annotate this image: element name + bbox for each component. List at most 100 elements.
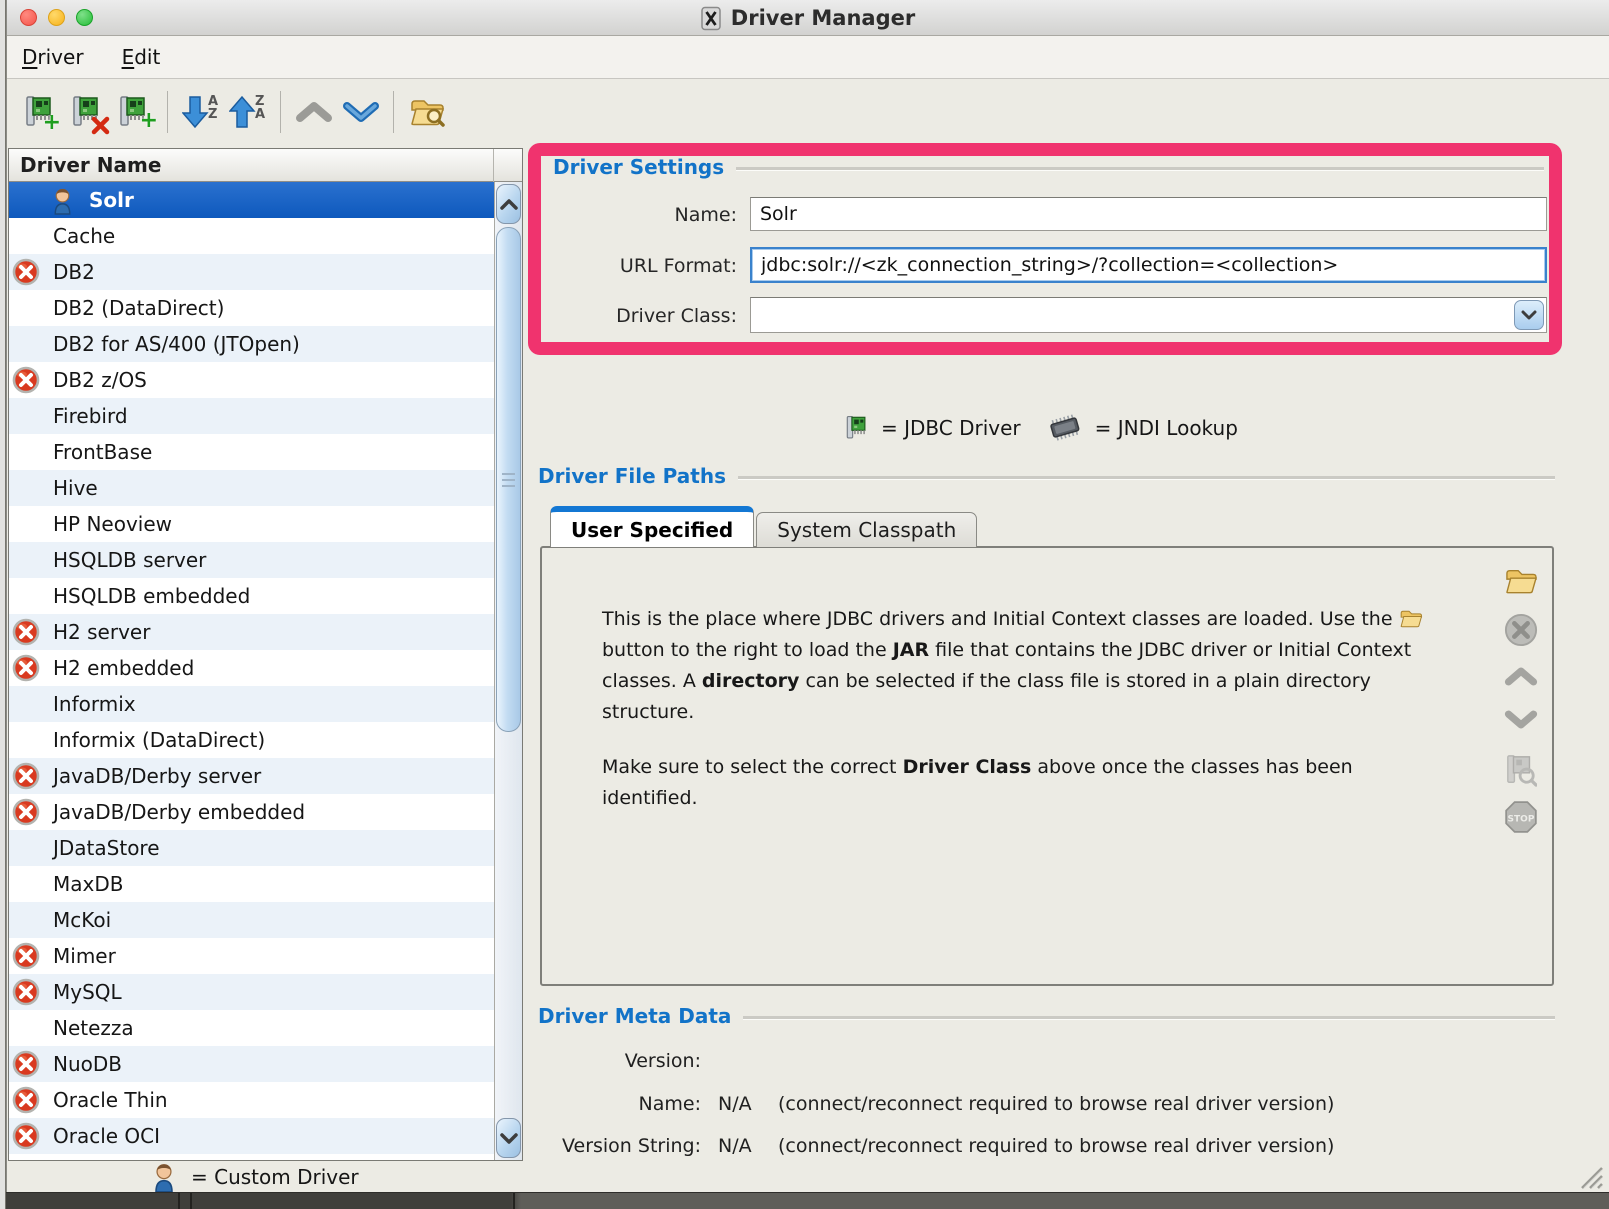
section-rule bbox=[736, 167, 1544, 170]
sort-az-icon: A Z bbox=[182, 93, 220, 131]
error-icon bbox=[9, 1122, 43, 1150]
toolbar-separator bbox=[167, 91, 168, 133]
error-icon bbox=[9, 942, 43, 970]
driver-name-label: Informix (DataDirect) bbox=[53, 728, 265, 752]
driver-row[interactable]: Informix (DataDirect) bbox=[9, 722, 495, 758]
driver-row[interactable]: Oracle OCI bbox=[9, 1118, 495, 1154]
driver-row[interactable]: JavaDB/Derby embedded bbox=[9, 794, 495, 830]
tab-user-specified[interactable]: User Specified bbox=[550, 506, 754, 547]
menu-driver[interactable]: Driver bbox=[22, 45, 84, 69]
chevron-up-icon bbox=[1504, 666, 1538, 687]
scrollbar-thumb[interactable] bbox=[496, 227, 521, 732]
driver-name-label: Cache bbox=[53, 224, 115, 248]
driver-row[interactable]: MySQL bbox=[9, 974, 495, 1010]
driver-search-icon bbox=[1505, 753, 1537, 787]
driver-row[interactable]: Hive bbox=[9, 470, 495, 506]
file-paths-description: This is the place where JDBC drivers and… bbox=[602, 604, 1454, 814]
driver-row[interactable]: Solr bbox=[9, 182, 495, 218]
driver-row[interactable]: MaxDB bbox=[9, 866, 495, 902]
driver-row[interactable]: JavaDB/Derby server bbox=[9, 758, 495, 794]
error-icon bbox=[12, 762, 40, 790]
error-icon bbox=[9, 258, 43, 286]
error-icon bbox=[12, 978, 40, 1006]
driver-name-label: JavaDB/Derby server bbox=[53, 764, 261, 788]
driver-row[interactable]: DB2 (DataDirect) bbox=[9, 290, 495, 326]
x11-app-icon bbox=[701, 6, 721, 31]
svg-text:A: A bbox=[255, 107, 265, 122]
screen: Driver Manager Driver Edit + bbox=[0, 0, 1609, 1209]
driver-row[interactable]: Cache bbox=[9, 218, 495, 254]
driver-row[interactable]: Netezza bbox=[9, 1010, 495, 1046]
version-string-value: N/A bbox=[718, 1135, 752, 1157]
move-path-up-button[interactable] bbox=[1504, 666, 1538, 687]
jndi-lookup-legend-label: = JNDI Lookup bbox=[1095, 416, 1238, 440]
file-paths-panel: This is the place where JDBC drivers and… bbox=[540, 546, 1554, 986]
find-driver-class-button[interactable] bbox=[1504, 753, 1538, 787]
window-resize-grip[interactable] bbox=[1576, 1162, 1604, 1190]
driver-row[interactable]: NuoDB bbox=[9, 1046, 495, 1082]
background-window-bottom bbox=[6, 1192, 1609, 1209]
driver-name-label: DB2 z/OS bbox=[53, 368, 147, 392]
driver-settings-heading: Driver Settings bbox=[553, 155, 724, 179]
driver-row[interactable]: DB2 z/OS bbox=[9, 362, 495, 398]
stop-button[interactable]: STOP bbox=[1504, 799, 1538, 835]
column-header-divider bbox=[493, 149, 494, 182]
scroll-down-button[interactable] bbox=[496, 1118, 521, 1158]
icon-legend: = JDBC Driver = JNDI Lookup bbox=[845, 408, 1238, 448]
menu-edit[interactable]: Edit bbox=[122, 45, 161, 69]
toolbar: + bbox=[7, 79, 1609, 144]
move-up-button[interactable] bbox=[290, 88, 337, 136]
move-down-button[interactable] bbox=[337, 88, 384, 136]
plus-overlay-icon: + bbox=[43, 112, 61, 134]
driver-manager-window: Driver Manager Driver Edit + bbox=[6, 0, 1609, 1192]
error-icon bbox=[9, 654, 43, 682]
error-icon bbox=[12, 798, 40, 826]
driver-class-input[interactable] bbox=[751, 298, 1512, 332]
move-path-down-button[interactable] bbox=[1504, 709, 1538, 730]
plus-overlay-icon: + bbox=[140, 110, 158, 132]
svg-text:STOP: STOP bbox=[1508, 814, 1535, 824]
remove-path-button[interactable] bbox=[1504, 612, 1538, 648]
title-bar[interactable]: Driver Manager bbox=[7, 0, 1609, 36]
driver-name-label: Informix bbox=[53, 692, 136, 716]
driver-row[interactable]: McKoi bbox=[9, 902, 495, 938]
driver-name-label: FrontBase bbox=[53, 440, 152, 464]
driver-name-label: JavaDB/Derby embedded bbox=[53, 800, 305, 824]
driver-name-column-header[interactable]: Driver Name bbox=[9, 149, 522, 182]
driver-row[interactable]: Mimer bbox=[9, 938, 495, 974]
driver-row[interactable]: Firebird bbox=[9, 398, 495, 434]
driver-row[interactable]: HSQLDB server bbox=[9, 542, 495, 578]
driver-row[interactable]: DB2 for AS/400 (JTOpen) bbox=[9, 326, 495, 362]
driver-class-combobox[interactable] bbox=[750, 297, 1547, 333]
driver-row[interactable]: FrontBase bbox=[9, 434, 495, 470]
dropdown-button[interactable] bbox=[1514, 300, 1544, 330]
scroll-up-button[interactable] bbox=[496, 184, 521, 224]
remove-driver-button[interactable] bbox=[64, 88, 111, 136]
meta-name-label: Name: bbox=[538, 1093, 701, 1115]
sort-ascending-button[interactable]: A Z bbox=[177, 88, 224, 136]
driver-row[interactable]: H2 server bbox=[9, 614, 495, 650]
find-driver-files-button[interactable] bbox=[403, 88, 450, 136]
driver-row[interactable]: H2 embedded bbox=[9, 650, 495, 686]
open-file-button[interactable] bbox=[1504, 566, 1538, 596]
driver-row[interactable]: Oracle Thin bbox=[9, 1082, 495, 1118]
url-format-input[interactable] bbox=[750, 247, 1547, 283]
error-icon bbox=[9, 1050, 43, 1078]
driver-row[interactable]: HP Neoview bbox=[9, 506, 495, 542]
driver-list-scrollbar[interactable] bbox=[494, 182, 522, 1160]
driver-name-label: Oracle Thin bbox=[53, 1088, 168, 1112]
driver-row[interactable]: HSQLDB embedded bbox=[9, 578, 495, 614]
custom-driver-legend-label: = Custom Driver bbox=[191, 1165, 359, 1189]
driver-row[interactable]: JDataStore bbox=[9, 830, 495, 866]
folder-search-icon bbox=[409, 96, 445, 128]
tab-system-classpath[interactable]: System Classpath bbox=[756, 512, 977, 547]
driver-row[interactable]: Informix bbox=[9, 686, 495, 722]
name-input[interactable] bbox=[750, 197, 1547, 231]
copy-driver-button[interactable]: + bbox=[111, 88, 158, 136]
driver-row[interactable]: DB2 bbox=[9, 254, 495, 290]
red-x-overlay-icon bbox=[91, 116, 110, 135]
chevron-down-icon bbox=[1521, 310, 1537, 320]
error-icon bbox=[9, 1086, 43, 1114]
sort-descending-button[interactable]: Z A bbox=[224, 88, 271, 136]
create-driver-button[interactable]: + bbox=[17, 88, 64, 136]
